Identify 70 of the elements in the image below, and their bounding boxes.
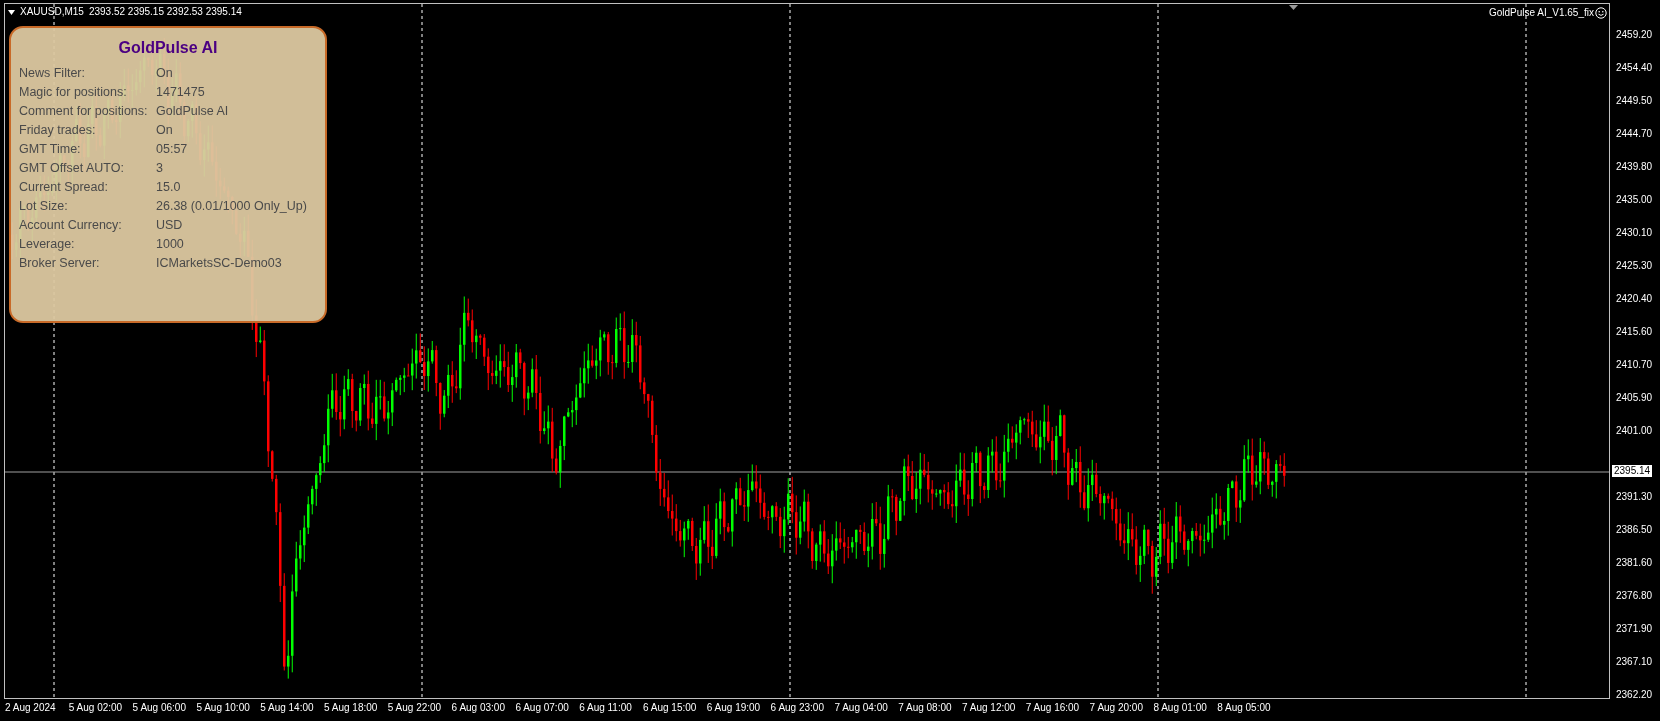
panel-title: GoldPulse AI	[117, 38, 219, 58]
setting-label: Lot Size:	[19, 198, 69, 215]
time-label: 5 Aug 06:00	[132, 702, 186, 714]
expert-label: GoldPulse AI_V1.65_fix	[1488, 6, 1594, 20]
smiley-icon	[1595, 7, 1607, 19]
time-label: 6 Aug 11:00	[579, 702, 632, 714]
price-label: 2405.90	[1616, 392, 1653, 404]
time-label: 6 Aug 15:00	[643, 702, 697, 714]
price-label: 2415.60	[1616, 326, 1653, 338]
price-label: 2391.30	[1616, 491, 1653, 503]
time-label: 7 Aug 16:00	[1025, 702, 1080, 714]
price-label: 2454.40	[1616, 62, 1653, 74]
shift-marker-icon	[1289, 5, 1298, 10]
price-label: 2381.60	[1616, 557, 1653, 569]
current-price-label: 2395.14	[1612, 465, 1653, 477]
setting-label: Current Spread:	[19, 179, 109, 196]
setting-label: Broker Server:	[19, 255, 101, 272]
setting-value: 3	[156, 160, 163, 177]
time-label: 6 Aug 19:00	[706, 702, 761, 714]
price-label: 2420.40	[1616, 293, 1653, 305]
time-label: 5 Aug 14:00	[260, 702, 314, 714]
time-label: 7 Aug 20:00	[1089, 702, 1143, 714]
setting-label: News Filter:	[19, 65, 86, 82]
price-label: 2362.20	[1616, 689, 1653, 701]
setting-value: 1471475	[156, 84, 205, 101]
price-label: 2459.20	[1616, 29, 1653, 41]
price-label: 2444.70	[1616, 128, 1653, 140]
setting-label: Leverage:	[19, 236, 76, 253]
symbol-label: XAUUSD,M15	[20, 5, 84, 19]
price-label: 2401.00	[1616, 425, 1653, 437]
price-label: 2435.00	[1616, 194, 1653, 206]
setting-value: On	[156, 122, 173, 139]
price-label: 2439.80	[1616, 161, 1653, 173]
price-label: 2386.50	[1616, 524, 1653, 536]
setting-value: 1000	[156, 236, 184, 253]
setting-label: Comment for positions:	[19, 103, 149, 120]
setting-value: USD	[156, 217, 183, 234]
setting-label: GMT Time:	[19, 141, 82, 158]
time-label: 5 Aug 18:00	[324, 702, 378, 714]
price-label: 2430.10	[1616, 227, 1653, 239]
price-label: 2449.50	[1616, 95, 1653, 107]
setting-value: 05:57	[156, 141, 188, 158]
time-label: 7 Aug 08:00	[898, 702, 952, 714]
time-label: 2 Aug 2024	[5, 702, 56, 714]
dropdown-icon[interactable]	[8, 9, 15, 15]
time-label: 7 Aug 04:00	[834, 702, 888, 714]
setting-value: On	[156, 65, 173, 82]
time-label: 8 Aug 01:00	[1153, 702, 1207, 714]
setting-label: GMT Offset AUTO:	[19, 160, 125, 177]
time-label: 5 Aug 02:00	[68, 702, 123, 714]
price-label: 2367.10	[1616, 656, 1653, 668]
setting-label: Friday trades:	[19, 122, 97, 139]
time-label: 6 Aug 23:00	[770, 702, 824, 714]
time-label: 5 Aug 10:00	[196, 702, 250, 714]
ohlc-values: 2393.52 2395.15 2392.53 2395.14	[88, 5, 242, 19]
setting-label: Magic for positions:	[19, 84, 128, 101]
price-label: 2410.70	[1616, 359, 1653, 371]
setting-value: 26.38 (0.01/1000 Only_Up)	[156, 198, 307, 215]
price-label: 2371.90	[1616, 623, 1653, 635]
time-label: 8 Aug 05:00	[1217, 702, 1271, 714]
time-label: 5 Aug 22:00	[387, 702, 442, 714]
time-label: 7 Aug 12:00	[962, 702, 1016, 714]
time-label: 6 Aug 07:00	[515, 702, 569, 714]
setting-value: GoldPulse AI	[156, 103, 229, 120]
setting-value: 15.0	[156, 179, 181, 196]
setting-value: ICMarketsSC-Demo03	[156, 255, 282, 272]
setting-label: Account Currency:	[19, 217, 123, 234]
price-label: 2425.30	[1616, 260, 1653, 272]
price-label: 2376.80	[1616, 590, 1653, 602]
time-label: 6 Aug 03:00	[451, 702, 505, 714]
